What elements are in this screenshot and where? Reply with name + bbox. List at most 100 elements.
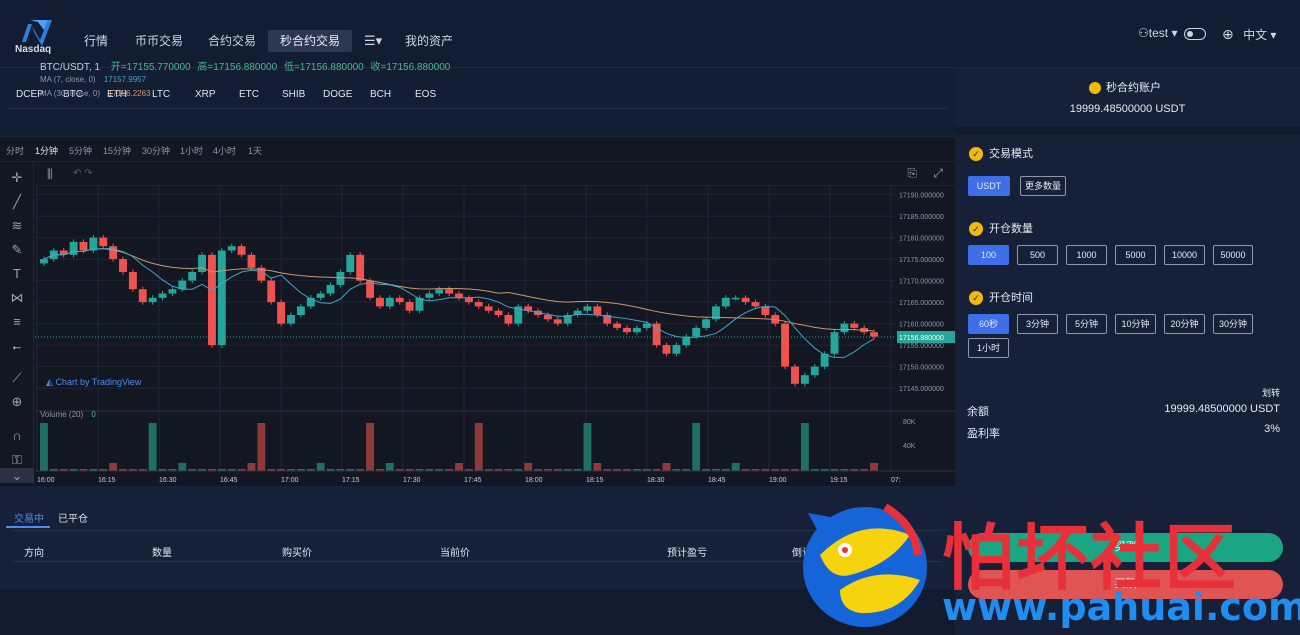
- check-icon: ✓: [969, 291, 983, 306]
- interval-4h[interactable]: 4小时: [213, 144, 236, 157]
- coin-eos[interactable]: EOS: [415, 89, 436, 100]
- candle-body: [188, 272, 197, 281]
- candle-body: [850, 323, 859, 328]
- interval-1d[interactable]: 1天: [248, 144, 262, 157]
- username: test: [1148, 26, 1169, 40]
- time-20m-button[interactable]: 20分钟: [1164, 314, 1205, 334]
- time-5m-button[interactable]: 5分钟: [1066, 314, 1107, 334]
- profit-rate-label: 盈利率: [967, 428, 1000, 440]
- more-menu-icon[interactable]: ☰▾: [364, 30, 382, 52]
- interval-bar: 分时 1分钟 5分钟 15分钟 30分钟 1小时 4小时 1天: [0, 137, 955, 162]
- ma7-value: 17157.9957: [103, 75, 147, 84]
- volume-bar: [474, 423, 483, 471]
- candle-body: [395, 297, 404, 303]
- volume-legend: Volume (20) 0: [40, 410, 96, 419]
- tab-open-positions[interactable]: 交易中: [14, 510, 44, 525]
- nav-seconds-contract[interactable]: 秒合约交易: [268, 30, 353, 52]
- zoom-icon[interactable]: ⊕: [9, 394, 25, 410]
- time-10m-button[interactable]: 10分钟: [1115, 314, 1156, 334]
- crosshair-icon[interactable]: ✛: [9, 170, 25, 186]
- time-tick-label: 16:30: [159, 477, 177, 484]
- balance-label: 余额: [967, 406, 989, 418]
- coin-icon: [1089, 82, 1101, 95]
- volume-bar: [178, 463, 187, 471]
- interval-tick[interactable]: 分时: [6, 144, 24, 157]
- transfer-link[interactable]: 划转: [1262, 386, 1280, 399]
- candlestick-chart[interactable]: 17190.000000 17185.000000 17180.000000 1717…: [35, 186, 955, 487]
- coin-etc[interactable]: ETC: [239, 89, 259, 100]
- language-menu[interactable]: ⊕ 中文 ▾: [1222, 26, 1276, 46]
- tab-closed-positions[interactable]: 已平仓: [58, 510, 88, 525]
- qty-1000-button[interactable]: 1000: [1066, 245, 1107, 265]
- candle-body: [128, 272, 137, 290]
- time-tick-label: 18:00: [525, 477, 543, 484]
- qty-50000-button[interactable]: 50000: [1213, 245, 1253, 265]
- interval-5m[interactable]: 5分钟: [69, 144, 92, 157]
- time-60s-button[interactable]: 60秒: [968, 314, 1009, 334]
- candle-body: [405, 302, 414, 311]
- tradingview-badge[interactable]: ◭ Chart by TradingView: [46, 377, 141, 388]
- nav-spot[interactable]: 币币交易: [135, 30, 183, 52]
- coin-doge[interactable]: DOGE: [323, 89, 352, 100]
- qty-500-button[interactable]: 500: [1017, 245, 1058, 265]
- user-menu[interactable]: ⚇test ▾: [1138, 26, 1177, 46]
- volume-label: Volume (20): [40, 410, 84, 419]
- qty-100-button[interactable]: 100: [968, 245, 1009, 265]
- magnet-icon[interactable]: ∩: [9, 428, 25, 444]
- interval-15m[interactable]: 15分钟: [103, 144, 131, 157]
- coin-xrp[interactable]: XRP: [195, 89, 216, 100]
- time-tick-label: 07:: [891, 477, 901, 484]
- mode-usdt-button[interactable]: USDT: [968, 176, 1010, 196]
- coin-bch[interactable]: BCH: [370, 89, 391, 100]
- candle-type-icon[interactable]: ⫼: [47, 167, 53, 182]
- volume-bar: [662, 463, 671, 471]
- candle-body: [504, 315, 513, 324]
- volume-bar: [455, 463, 463, 471]
- time-3m-button[interactable]: 3分钟: [1017, 314, 1058, 334]
- candle-body: [781, 323, 790, 367]
- account-card: 秒合约账户 19999.48500000 USDT: [955, 68, 1300, 128]
- camera-icon[interactable]: ⎘: [907, 166, 917, 181]
- interval-30m[interactable]: 30分钟: [142, 144, 170, 157]
- time-tick-label: 18:45: [708, 477, 726, 484]
- high-value: 高=17156.880000: [197, 62, 278, 73]
- collapse-icon[interactable]: ⌄: [0, 468, 34, 483]
- theme-toggle[interactable]: [1184, 26, 1206, 46]
- interval-1m[interactable]: 1分钟: [35, 144, 58, 157]
- time-1h-button[interactable]: 1小时: [968, 338, 1009, 358]
- fib-icon[interactable]: ≋: [9, 218, 25, 234]
- price-tick-label: 17155.000000: [899, 343, 944, 350]
- nav-market[interactable]: 行情: [84, 30, 108, 52]
- mode-more-button[interactable]: 更多数量: [1020, 176, 1066, 196]
- account-balance: 19999.48500000 USDT: [1069, 103, 1186, 115]
- time-30m-button[interactable]: 30分钟: [1213, 314, 1253, 334]
- qty-5000-button[interactable]: 5000: [1115, 245, 1156, 265]
- back-arrow-icon[interactable]: ←: [9, 338, 25, 354]
- fullscreen-icon[interactable]: ⤢: [933, 166, 943, 181]
- qty-10000-button[interactable]: 10000: [1164, 245, 1205, 265]
- candle-body: [296, 306, 305, 315]
- candle-body: [109, 246, 118, 260]
- candle-body: [791, 366, 799, 384]
- text-icon[interactable]: T: [9, 266, 25, 282]
- nav-assets[interactable]: 我的资产: [405, 30, 453, 52]
- pattern-icon[interactable]: ⋈: [9, 290, 25, 306]
- undo-icon[interactable]: ↶ ↷: [73, 168, 93, 179]
- chevron-down-icon: ▾: [1168, 26, 1178, 40]
- candle-body: [583, 306, 592, 311]
- candle-body: [79, 241, 88, 251]
- trend-line-icon[interactable]: ╱: [9, 194, 25, 210]
- measure-icon[interactable]: ≡: [9, 314, 25, 330]
- candle-body: [623, 327, 631, 333]
- last-price-label: 17156.880000: [899, 335, 944, 342]
- logo-text: Nasdaq: [15, 44, 52, 55]
- brush-icon[interactable]: ✎: [9, 242, 25, 258]
- interval-1h[interactable]: 1小时: [180, 144, 203, 157]
- ma7-line: [43, 248, 875, 358]
- coin-shib[interactable]: SHIB: [282, 89, 305, 100]
- ruler-icon[interactable]: ⟋: [9, 370, 25, 386]
- account-title: 秒合约账户: [1089, 79, 1161, 95]
- nav-contract[interactable]: 合约交易: [208, 30, 256, 52]
- coin-ltc[interactable]: LTC: [152, 89, 170, 100]
- lock-icon[interactable]: ⚿: [9, 452, 25, 468]
